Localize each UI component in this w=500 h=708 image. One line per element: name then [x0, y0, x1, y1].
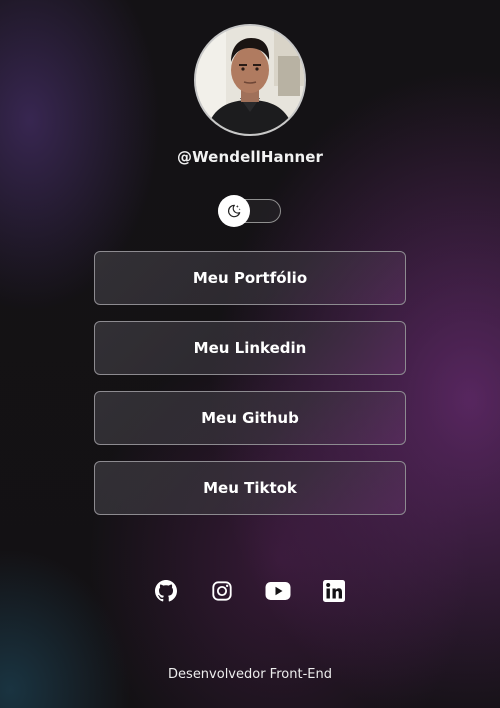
github-icon	[155, 580, 177, 602]
youtube-social-link[interactable]	[265, 578, 291, 604]
avatar	[194, 24, 306, 136]
tiktok-link-label: Meu Tiktok	[203, 479, 297, 497]
linkedin-link-button[interactable]: Meu Linkedin	[94, 321, 406, 375]
linkedin-social-link[interactable]	[321, 578, 347, 604]
toggle-knob[interactable]	[218, 195, 250, 227]
avatar-photo	[196, 26, 304, 134]
portfolio-link-label: Meu Portfólio	[192, 269, 308, 287]
footer-tagline: Desenvolvedor Front-End	[168, 667, 332, 682]
instagram-social-link[interactable]	[209, 578, 235, 604]
tiktok-link-button[interactable]: Meu Tiktok	[94, 461, 406, 515]
instagram-icon	[212, 581, 232, 601]
portfolio-link-button[interactable]: Meu Portfólio	[94, 251, 406, 305]
github-link-button[interactable]: Meu Github	[94, 391, 406, 445]
social-links	[0, 578, 500, 604]
profile-handle: @WendellHanner	[176, 148, 324, 166]
youtube-icon	[265, 582, 291, 600]
moon-stars-icon	[228, 204, 241, 218]
github-social-link[interactable]	[153, 578, 179, 604]
linkedin-link-label: Meu Linkedin	[193, 339, 307, 357]
theme-toggle[interactable]	[218, 195, 281, 227]
linkedin-icon	[323, 580, 345, 602]
github-link-label: Meu Github	[201, 409, 299, 427]
